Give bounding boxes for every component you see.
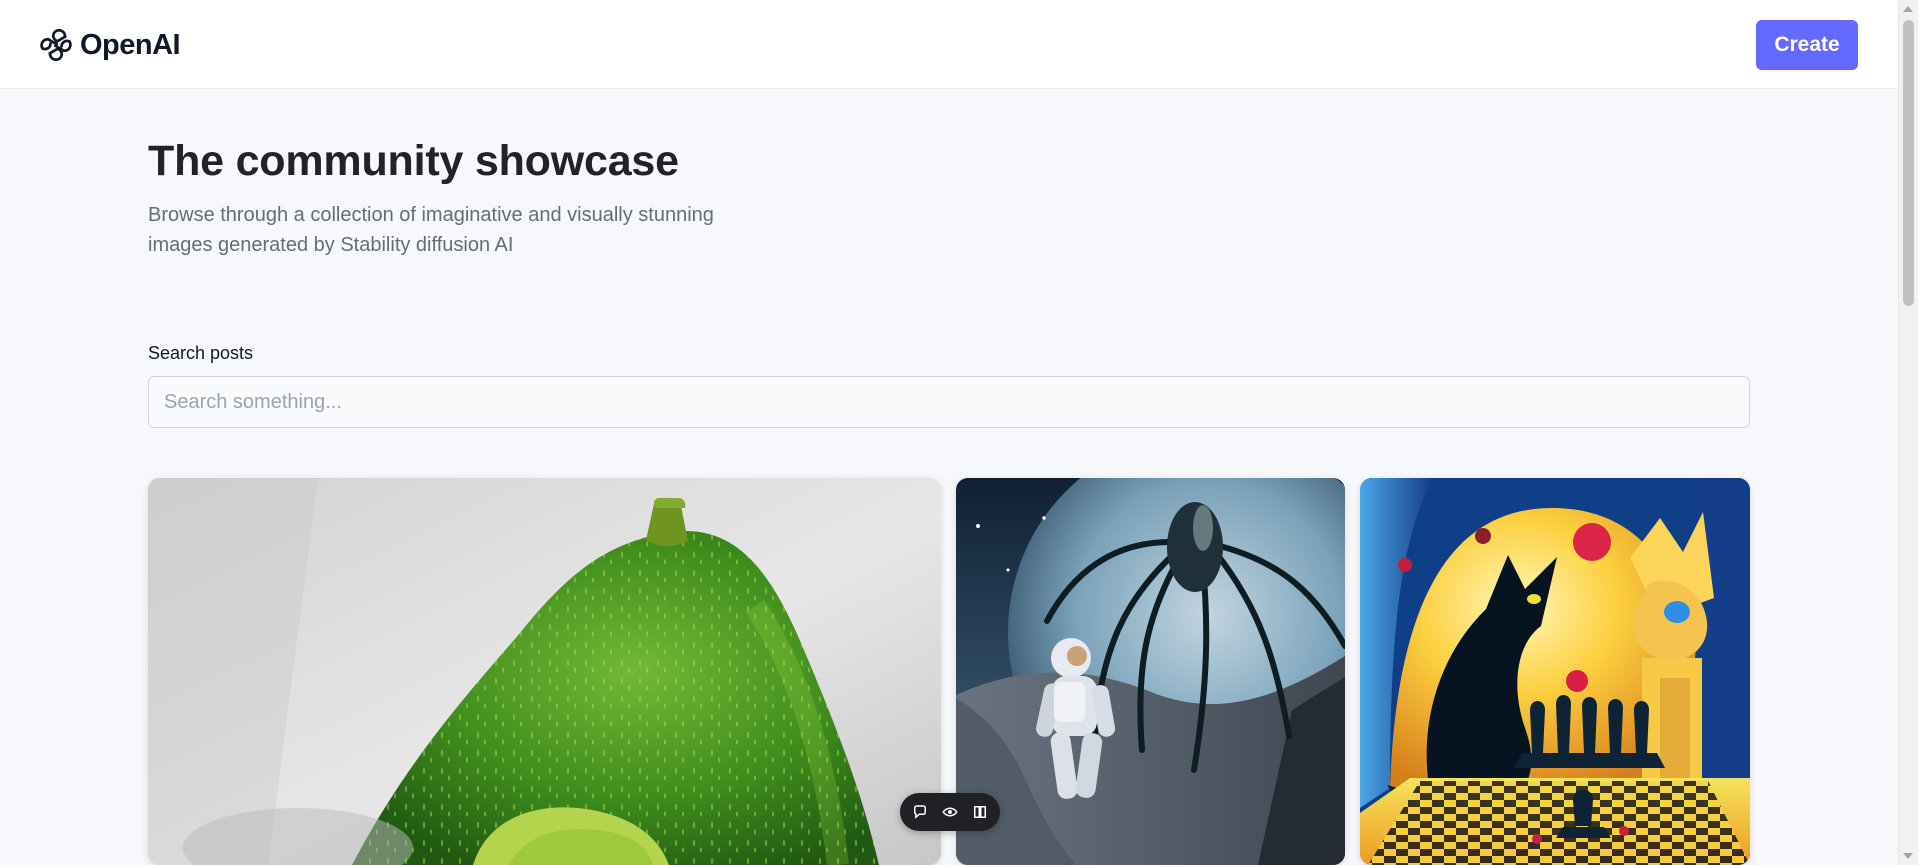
page-description: Browse through a collection of imaginati… bbox=[148, 204, 714, 256]
scroll-down-arrow-icon[interactable] bbox=[1903, 853, 1913, 859]
openai-home-link[interactable]: OpenAI bbox=[38, 26, 181, 64]
gallery-card-surreal-cat-chess[interactable] bbox=[1360, 478, 1750, 865]
eye-icon[interactable] bbox=[941, 803, 959, 821]
brand-name: OpenAI bbox=[80, 29, 181, 61]
astronaut-alien-image bbox=[956, 478, 1345, 865]
book-icon[interactable] bbox=[971, 803, 989, 821]
gallery-card-astronaut[interactable] bbox=[956, 478, 1345, 865]
surreal-cat-chess-image bbox=[1360, 478, 1750, 865]
gallery-card-avocado[interactable] bbox=[148, 478, 941, 865]
vertical-scrollbar[interactable] bbox=[1898, 0, 1918, 865]
comment-icon[interactable] bbox=[911, 803, 929, 821]
avocado-image bbox=[148, 478, 941, 865]
scroll-thumb[interactable] bbox=[1903, 20, 1914, 306]
scroll-up-arrow-icon[interactable] bbox=[1903, 6, 1913, 12]
floating-image-toolbar bbox=[900, 793, 1000, 831]
openai-logo-icon bbox=[40, 28, 72, 62]
create-button[interactable]: Create bbox=[1756, 20, 1858, 70]
search-label: Search posts bbox=[148, 343, 254, 363]
search-input[interactable] bbox=[148, 376, 1750, 428]
top-navigation: OpenAI Create bbox=[0, 0, 1898, 89]
page-title: The community showcase bbox=[148, 137, 679, 185]
